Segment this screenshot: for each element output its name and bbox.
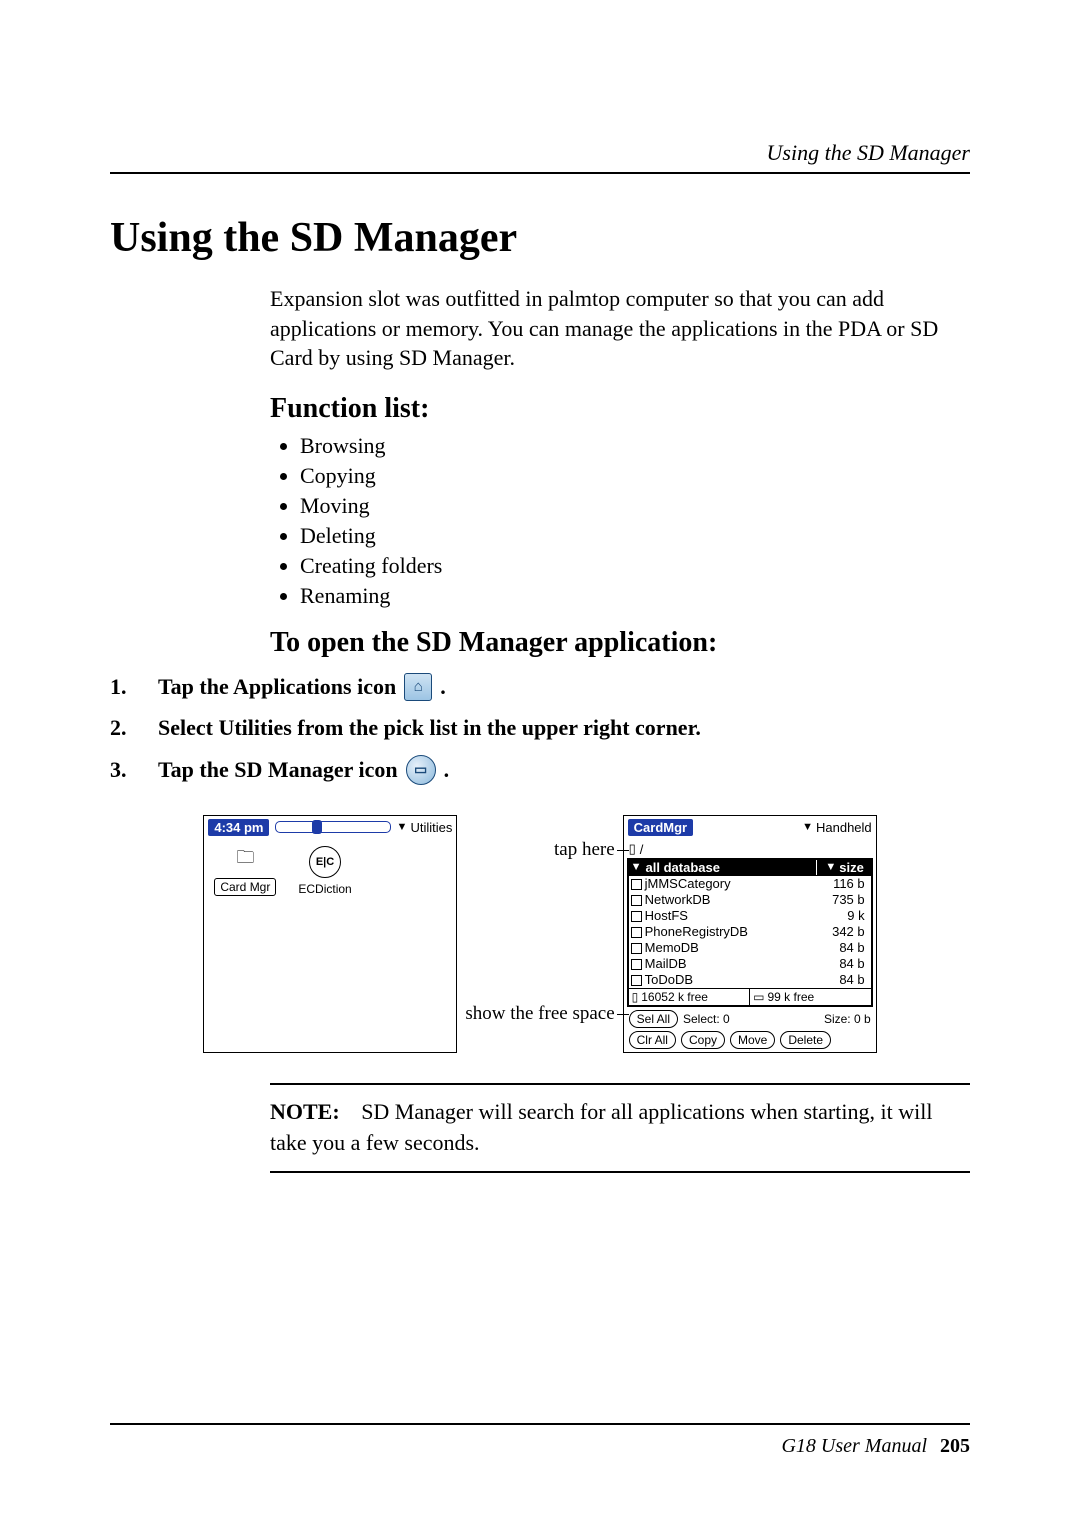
db-size: 342 b — [815, 924, 869, 940]
sd-icon: ▭ — [753, 990, 764, 1004]
db-size: 735 b — [815, 892, 869, 908]
function-list-heading: Function list: — [270, 393, 970, 425]
chevron-down-icon: ▼ — [802, 821, 813, 833]
db-name: ToDoDB — [645, 972, 693, 988]
page-title: Using the SD Manager — [110, 214, 970, 262]
location-label: Handheld — [816, 820, 872, 835]
annotation-tap-here: tap here — [465, 839, 614, 861]
checkbox-icon[interactable] — [631, 959, 642, 970]
app-label: ECDiction — [298, 882, 351, 896]
intro-paragraph: Expansion slot was outfitted in palmtop … — [270, 284, 970, 373]
function-list: Browsing Copying Moving Deleting Creatin… — [270, 433, 970, 609]
chevron-down-icon: ▼ — [825, 861, 836, 873]
list-item: Browsing — [300, 433, 970, 459]
select-count: Select: 0 — [683, 1012, 730, 1026]
running-head: Using the SD Manager — [110, 140, 970, 166]
step-text: Tap the Applications icon — [158, 674, 396, 700]
app-card-mgr[interactable]: 🗀 Card Mgr — [214, 846, 276, 896]
checkbox-icon[interactable] — [631, 943, 642, 954]
applications-icon: ⌂ — [404, 673, 432, 701]
card-mgr-icon: 🗀 — [228, 846, 262, 874]
table-row[interactable]: jMMSCategory 116 b — [629, 876, 871, 892]
step-text: Tap the SD Manager icon — [158, 757, 398, 783]
list-item: Creating folders — [300, 553, 970, 579]
note-box: NOTE: SD Manager will search for all app… — [270, 1083, 970, 1173]
sd-manager-icon: ▭ — [406, 755, 436, 785]
step-2: 2. Select Utilities from the pick list i… — [110, 715, 970, 741]
checkbox-icon[interactable] — [631, 879, 642, 890]
annotation-free-space: show the free space — [465, 1003, 614, 1025]
category-dropdown[interactable]: ▼ Utilities — [397, 820, 453, 835]
list-item: Copying — [300, 463, 970, 489]
table-row[interactable]: MemoDB 84 b — [629, 940, 871, 956]
db-name: MailDB — [645, 956, 687, 972]
db-name: HostFS — [645, 908, 688, 924]
size-total: Size: 0 b — [824, 1012, 871, 1026]
top-rule — [110, 172, 970, 174]
table-row[interactable]: PhoneRegistryDB 342 b — [629, 924, 871, 940]
free-left: 16052 k free — [641, 990, 708, 1004]
db-size: 84 b — [815, 956, 869, 972]
location-dropdown[interactable]: ▼ Handheld — [802, 820, 872, 835]
figure-row: 4:34 pm ▼ Utilities 🗀 Card Mgr E|C ECDic… — [110, 815, 970, 1053]
category-label: Utilities — [410, 820, 452, 835]
list-item: Deleting — [300, 523, 970, 549]
brightness-slider[interactable] — [275, 821, 390, 833]
db-size: 116 b — [815, 876, 869, 892]
chevron-down-icon: ▼ — [631, 861, 642, 873]
table-row[interactable]: NetworkDB 735 b — [629, 892, 871, 908]
handheld-icon: ▯ — [632, 990, 639, 1004]
step-text: Select Utilities from the pick list in t… — [158, 715, 701, 741]
checkbox-icon[interactable] — [631, 911, 642, 922]
table-row[interactable]: ToDoDB 84 b — [629, 972, 871, 988]
db-name: jMMSCategory — [645, 876, 731, 892]
chevron-down-icon: ▼ — [397, 821, 408, 833]
table-row[interactable]: MailDB 84 b — [629, 956, 871, 972]
checkbox-icon[interactable] — [631, 895, 642, 906]
step-3: 3. Tap the SD Manager icon ▭ . — [110, 755, 970, 785]
page-number: 205 — [932, 1435, 970, 1457]
col-db-label: all database — [646, 860, 720, 875]
launcher-screenshot: 4:34 pm ▼ Utilities 🗀 Card Mgr E|C ECDic… — [203, 815, 457, 1053]
step-text-post: . — [440, 674, 446, 700]
step-1: 1. Tap the Applications icon ⌂ . — [110, 673, 970, 701]
db-name: NetworkDB — [645, 892, 711, 908]
checkbox-icon[interactable] — [631, 927, 642, 938]
checkbox-icon[interactable] — [631, 975, 642, 986]
delete-button[interactable]: Delete — [780, 1031, 831, 1049]
db-name: PhoneRegistryDB — [645, 924, 748, 940]
cardmgr-screenshot: CardMgr ▼ Handheld ▯ / ▼all database ▼si… — [623, 815, 877, 1053]
sd-card-icon: ▯ — [629, 841, 636, 857]
note-text: SD Manager will search for all applicati… — [270, 1099, 932, 1155]
column-header[interactable]: ▼all database ▼size — [627, 858, 873, 876]
database-list[interactable]: jMMSCategory 116 b NetworkDB 735 b HostFS 9… — [627, 876, 873, 1007]
step-text-post: . — [444, 757, 450, 783]
db-size: 84 b — [815, 972, 869, 988]
app-label: Card Mgr — [214, 878, 276, 896]
free-right: 99 k free — [767, 990, 814, 1004]
copy-button[interactable]: Copy — [681, 1031, 725, 1049]
select-all-button[interactable]: Sel All — [629, 1010, 678, 1028]
cardmgr-title: CardMgr — [628, 819, 693, 836]
path-text: / — [640, 842, 644, 857]
figure-annotations: tap here show the free space — [465, 815, 614, 1053]
db-name: MemoDB — [645, 940, 699, 956]
table-row[interactable]: HostFS 9 k — [629, 908, 871, 924]
ecdiction-icon: E|C — [309, 846, 341, 878]
move-button[interactable]: Move — [730, 1031, 775, 1049]
db-size: 84 b — [815, 940, 869, 956]
page-footer: G18 User Manual 205 — [110, 1415, 970, 1458]
app-ecdiction[interactable]: E|C ECDiction — [298, 846, 351, 896]
open-app-heading: To open the SD Manager application: — [270, 627, 970, 659]
note-label: NOTE: — [270, 1099, 356, 1124]
free-space-bar: ▯16052 k free ▭99 k free — [629, 988, 871, 1005]
col-size-label: size — [839, 860, 864, 875]
manual-name: G18 User Manual — [781, 1435, 927, 1457]
list-item: Moving — [300, 493, 970, 519]
clock-pill: 4:34 pm — [208, 819, 269, 836]
clear-all-button[interactable]: Clr All — [629, 1031, 676, 1049]
list-item: Renaming — [300, 583, 970, 609]
db-size: 9 k — [815, 908, 869, 924]
